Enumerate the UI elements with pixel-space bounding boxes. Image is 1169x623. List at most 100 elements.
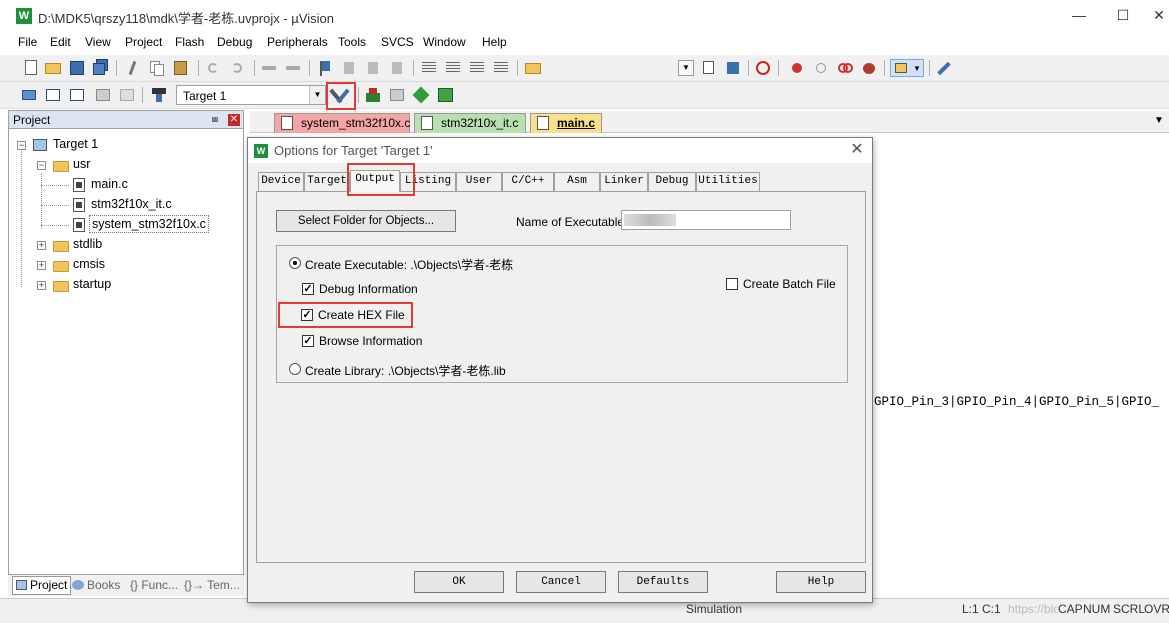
- tree-group-startup[interactable]: startup: [73, 277, 111, 291]
- open-folder-icon[interactable]: [44, 59, 62, 77]
- collapse-usr-icon[interactable]: −: [37, 161, 46, 170]
- comment-icon[interactable]: [468, 59, 486, 77]
- menu-debug[interactable]: Debug: [217, 35, 252, 49]
- tab-user[interactable]: User: [456, 172, 502, 191]
- maximize-button[interactable]: ☐: [1110, 4, 1136, 26]
- create-library-radio[interactable]: [289, 363, 301, 375]
- debug-information-checkbox[interactable]: ✓: [302, 283, 314, 295]
- tree-group-cmsis[interactable]: cmsis: [73, 257, 105, 271]
- tab-target[interactable]: Target: [304, 172, 350, 191]
- navigate-back-icon[interactable]: [260, 59, 278, 77]
- kill-breakpoints-icon[interactable]: [860, 59, 878, 77]
- ok-button[interactable]: OK: [414, 571, 504, 593]
- indent-icon[interactable]: [420, 59, 438, 77]
- insert-breakpoint-icon[interactable]: [788, 59, 806, 77]
- save-icon[interactable]: [68, 59, 86, 77]
- tab-linker[interactable]: Linker: [600, 172, 648, 191]
- menu-window[interactable]: Window: [423, 35, 466, 49]
- manage-project-items-icon[interactable]: [364, 86, 382, 104]
- prev-bookmark-icon[interactable]: [340, 59, 358, 77]
- tab-device[interactable]: Device: [258, 172, 304, 191]
- menu-flash[interactable]: Flash: [175, 35, 204, 49]
- translate-icon[interactable]: [20, 86, 38, 104]
- clear-bookmarks-icon[interactable]: [388, 59, 406, 77]
- name-of-executable-input[interactable]: [621, 210, 791, 230]
- browse-information-checkbox[interactable]: ✓: [302, 335, 314, 347]
- rebuild-icon[interactable]: [68, 86, 86, 104]
- configure-wrench-icon[interactable]: [935, 59, 953, 77]
- menu-tools[interactable]: Tools: [338, 35, 366, 49]
- collapse-target-icon[interactable]: −: [17, 141, 26, 150]
- undo-icon[interactable]: [204, 59, 222, 77]
- tab-c-cpp[interactable]: C/C++: [502, 172, 554, 191]
- dialog-close-icon[interactable]: ✕: [848, 141, 866, 159]
- tree-file-main-c[interactable]: main.c: [91, 177, 128, 191]
- menu-file[interactable]: File: [18, 35, 37, 49]
- enable-breakpoint-icon[interactable]: [812, 59, 830, 77]
- window-layout-icon[interactable]: ▼: [890, 59, 924, 77]
- tab-main-c[interactable]: main.c: [530, 113, 602, 133]
- tree-group-usr[interactable]: usr: [73, 157, 90, 171]
- defaults-button[interactable]: Defaults: [618, 571, 708, 593]
- tree-group-stdlib[interactable]: stdlib: [73, 237, 102, 251]
- expand-cmsis-icon[interactable]: +: [37, 261, 46, 270]
- create-executable-radio[interactable]: [289, 257, 301, 269]
- menu-project[interactable]: Project: [125, 35, 162, 49]
- cancel-button[interactable]: Cancel: [516, 571, 606, 593]
- tree-item-target[interactable]: Target 1: [53, 137, 98, 151]
- menu-svcs[interactable]: SVCS: [381, 35, 414, 49]
- menu-peripherals[interactable]: Peripherals: [267, 35, 328, 49]
- tab-project[interactable]: Project: [12, 576, 72, 595]
- cut-icon[interactable]: [124, 59, 142, 77]
- tree-file-stm32f10x-it-c[interactable]: stm32f10x_it.c: [91, 197, 172, 211]
- incremental-find-icon[interactable]: [724, 59, 742, 77]
- uncomment-icon[interactable]: [492, 59, 510, 77]
- stop-build-icon[interactable]: [118, 86, 136, 104]
- pack-installer-icon[interactable]: [436, 86, 454, 104]
- disable-breakpoints-icon[interactable]: [836, 59, 854, 77]
- menu-edit[interactable]: Edit: [50, 35, 71, 49]
- minimize-button[interactable]: —: [1066, 4, 1092, 26]
- save-all-icon[interactable]: [92, 59, 110, 77]
- new-file-icon[interactable]: [22, 59, 40, 77]
- tab-debug[interactable]: Debug: [648, 172, 696, 191]
- build-icon[interactable]: [44, 86, 62, 104]
- pin-icon[interactable]: ⩏: [209, 114, 221, 126]
- navigate-forward-icon[interactable]: [284, 59, 302, 77]
- close-panel-icon[interactable]: ✕: [228, 114, 240, 126]
- manage-runtime-icon[interactable]: [412, 86, 430, 104]
- copy-icon[interactable]: [148, 59, 166, 77]
- tab-functions[interactable]: {} Func...: [130, 578, 178, 592]
- download-load-icon[interactable]: [150, 86, 168, 104]
- tab-asm[interactable]: Asm: [554, 172, 600, 191]
- select-packs-icon[interactable]: [388, 86, 406, 104]
- create-hex-file-checkbox[interactable]: ✓: [301, 309, 313, 321]
- paste-icon[interactable]: [172, 59, 190, 77]
- options-for-target-icon[interactable]: [326, 82, 356, 110]
- chevron-down-icon[interactable]: ▼: [309, 86, 325, 104]
- find-in-files-icon[interactable]: [524, 59, 542, 77]
- close-window-button[interactable]: ✕: [1146, 4, 1169, 26]
- menu-help[interactable]: Help: [482, 35, 507, 49]
- tabs-overflow-chevron-down-icon[interactable]: ▼: [1154, 115, 1164, 126]
- help-button[interactable]: Help: [776, 571, 866, 593]
- select-folder-button[interactable]: Select Folder for Objects...: [276, 210, 456, 232]
- expand-startup-icon[interactable]: +: [37, 281, 46, 290]
- tree-file-system-stm32f10x-c[interactable]: system_stm32f10x.c: [89, 215, 209, 233]
- tab-templates[interactable]: {}→ Tem...: [184, 578, 240, 592]
- create-batch-file-checkbox[interactable]: [726, 278, 738, 290]
- bookmark-icon[interactable]: [316, 59, 334, 77]
- tab-utilities[interactable]: Utilities: [696, 172, 760, 191]
- unindent-icon[interactable]: [444, 59, 462, 77]
- tab-system-stm32f10x-c[interactable]: system_stm32f10x.c: [274, 113, 410, 133]
- tab-stm32f10x-it-c[interactable]: stm32f10x_it.c: [414, 113, 526, 133]
- target-select[interactable]: Target 1 ▼: [176, 85, 326, 105]
- tab-books[interactable]: Books: [72, 578, 120, 592]
- debug-session-icon[interactable]: [754, 59, 772, 77]
- expand-stdlib-icon[interactable]: +: [37, 241, 46, 250]
- batch-build-icon[interactable]: [94, 86, 112, 104]
- menu-view[interactable]: View: [85, 35, 111, 49]
- find-combo-dropdown-icon[interactable]: ▼: [678, 60, 694, 76]
- redo-icon[interactable]: [228, 59, 246, 77]
- find-icon[interactable]: [700, 59, 718, 77]
